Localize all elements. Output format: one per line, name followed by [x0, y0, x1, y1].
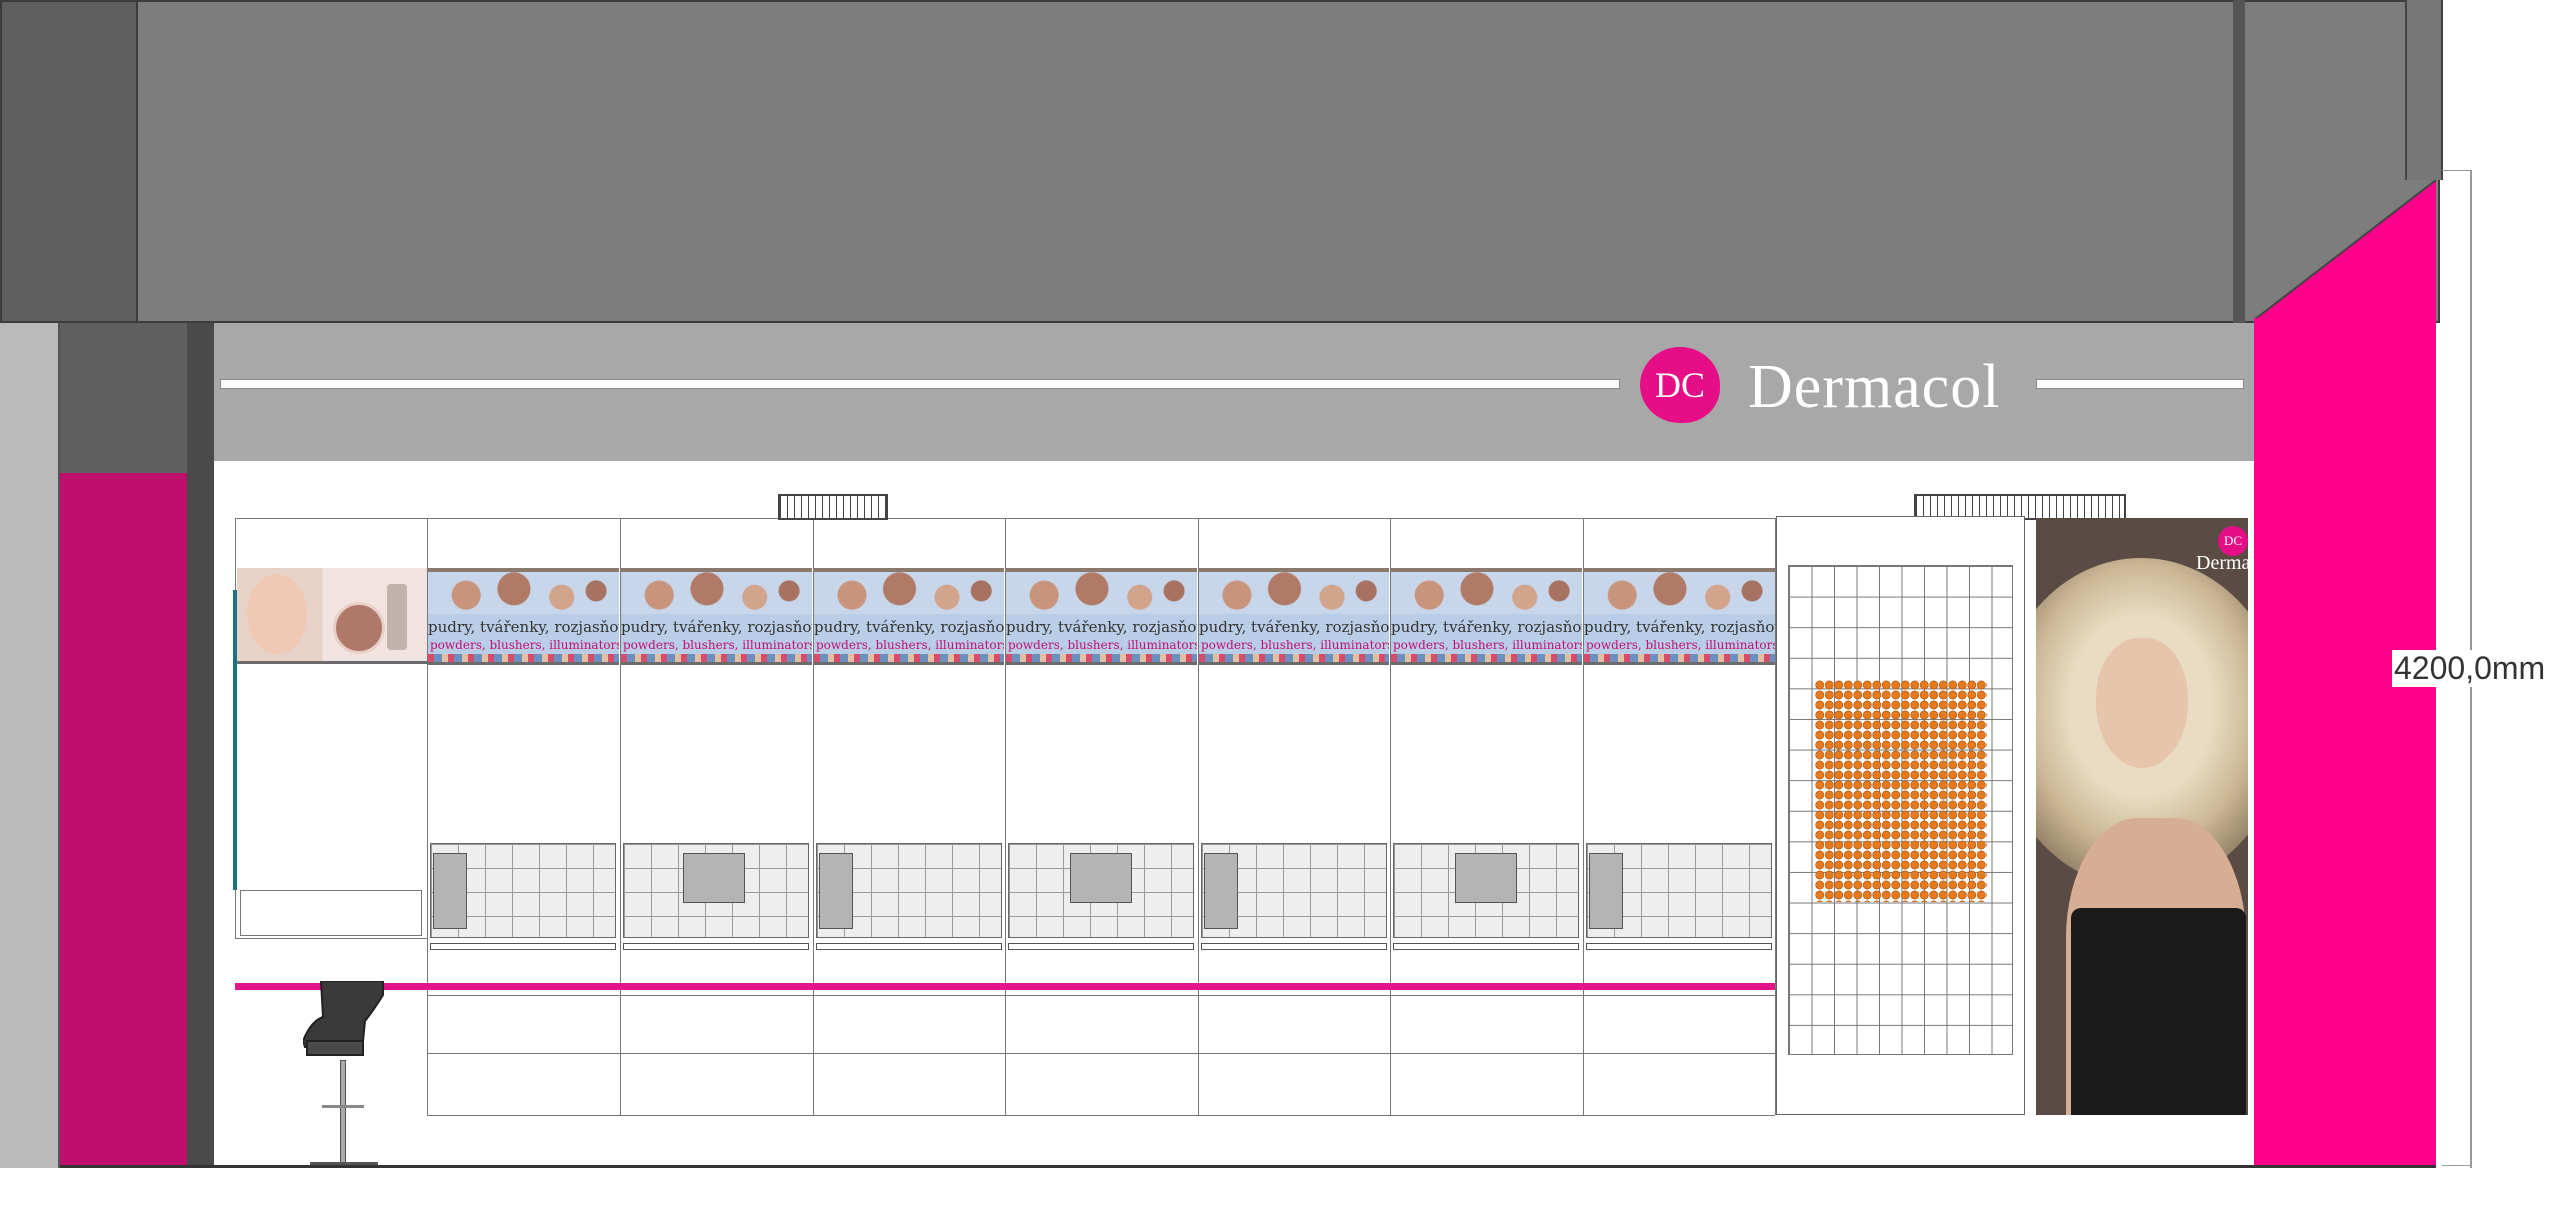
pink-counter-strip — [235, 983, 1775, 990]
banner-stripe — [428, 654, 619, 662]
tray-tester-block — [1204, 853, 1238, 929]
dimension-tick-top — [2442, 170, 2472, 171]
tray-rail — [1008, 943, 1194, 950]
stool-pole — [340, 1060, 346, 1165]
banner-title: pudry, tvářenky, rozjasňovače — [814, 618, 1004, 636]
banner-subtitle: powders, blushers, illuminators & bronze… — [1393, 638, 1582, 652]
ceiling-light-icon — [778, 494, 888, 520]
banner-title: pudry, tvářenky, rozjasňovače — [428, 618, 619, 636]
banner-stripe — [1584, 654, 1775, 662]
category-banner: pudry, tvářenky, rozjasňovače powders, b… — [428, 568, 619, 665]
tray-tester-block — [1070, 853, 1132, 903]
fixture-left-ledge — [235, 938, 427, 939]
banner-subtitle: powders, blushers, illuminators & bronze… — [1008, 638, 1197, 652]
banner-stripe — [621, 654, 812, 662]
category-banner: pudry, tvářenky, rozjasňovače powders, b… — [1584, 568, 1775, 665]
banner-flowers-image — [1199, 572, 1389, 614]
tray-tester-block — [819, 853, 853, 929]
category-banner: pudry, tvářenky, rozjasňovače powders, b… — [814, 568, 1004, 665]
category-banner: pudry, tvářenky, rozjasňovače powders, b… — [1006, 568, 1197, 665]
category-banner: pudry, tvářenky, rozjasňovače powders, b… — [1199, 568, 1389, 665]
tray-tester-block — [683, 853, 745, 903]
tray-rail — [1201, 943, 1387, 950]
tray-rail — [623, 943, 809, 950]
banner-stripe — [1391, 654, 1582, 662]
sign-stripe-left — [220, 379, 1620, 389]
fixture-drawer-line-1 — [427, 995, 1775, 996]
banner-flowers-image — [1391, 572, 1582, 614]
bulkhead-edge — [2233, 0, 2245, 323]
banner-subtitle: powders, blushers, illuminators & bronze… — [623, 638, 812, 652]
right-pink-wall — [2254, 318, 2436, 1168]
tester-photo — [237, 568, 427, 664]
poster-brand-text: Derma — [2196, 552, 2248, 574]
banner-title: pudry, tvářenky, rozjasňovače — [621, 618, 812, 636]
left-pink-wall — [60, 473, 187, 1168]
fixture-bottom-line — [427, 1115, 1775, 1116]
banner-flowers-image — [621, 572, 812, 614]
left-side-wall — [0, 323, 60, 1168]
banner-subtitle: powders, blushers, illuminators & bronze… — [816, 638, 1004, 652]
tray-tester-block — [433, 853, 467, 929]
left-wall-top-panel — [60, 323, 187, 473]
ceiling-bulkhead-left — [0, 0, 138, 323]
stool-footrest — [322, 1105, 364, 1108]
logo-icon: DC — [1640, 347, 1720, 423]
banner-subtitle: powders, blushers, illuminators & bronze… — [1201, 638, 1389, 652]
category-banner: pudry, tvářenky, rozjasňovače powders, b… — [621, 568, 812, 665]
banner-title: pudry, tvářenky, rozjasňovače — [1391, 618, 1582, 636]
brand-name: Dermacol — [1748, 353, 2001, 421]
banner-stripe — [1199, 654, 1389, 662]
banner-flowers-image — [1584, 572, 1775, 614]
banner-subtitle: powders, blushers, illuminators & bronze… — [1586, 638, 1775, 652]
stool-icon — [303, 981, 384, 1056]
ceiling-bulkhead — [0, 0, 2440, 323]
tester-nail-polish-array — [1815, 680, 1987, 902]
banner-title: pudry, tvářenky, rozjasňovače — [1584, 618, 1775, 636]
banner-flowers-image — [428, 572, 619, 614]
powder-compact-image — [333, 602, 385, 654]
poster-face-image — [2096, 638, 2188, 768]
banner-flowers-image — [1006, 572, 1197, 614]
fixture-drawer-line-2 — [427, 1053, 1775, 1054]
banner-stripe — [814, 654, 1004, 662]
banner-subtitle: powders, blushers, illuminators & bronze… — [430, 638, 619, 652]
right-wall-angle — [2254, 180, 2436, 320]
dimension-tick-bottom — [2442, 1165, 2472, 1166]
product-bottle-image — [387, 584, 407, 650]
banner-title: pudry, tvářenky, rozjasňovače — [1006, 618, 1197, 636]
tray-tester-block — [1455, 853, 1517, 903]
tray-rail — [1586, 943, 1772, 950]
tray-tester-block — [1589, 853, 1623, 929]
poster-dress-image — [2071, 908, 2246, 1115]
tray-rail — [430, 943, 616, 950]
floor-line — [60, 1165, 2436, 1168]
tray-rail — [1393, 943, 1579, 950]
banner-stripe — [1006, 654, 1197, 662]
tray-rail — [816, 943, 1002, 950]
corner-post — [2405, 0, 2443, 180]
category-banner: pudry, tvářenky, rozjasňovače powders, b… — [1391, 568, 1582, 665]
sign-stripe-right — [2036, 379, 2244, 389]
model-face-image — [247, 574, 307, 654]
banner-title: pudry, tvářenky, rozjasňovače — [1199, 618, 1389, 636]
height-dimension-label: 4200,0mm — [2392, 650, 2548, 687]
left-column — [187, 323, 214, 1168]
model-poster: DC Derma — [2036, 518, 2248, 1115]
fixture-left-shelf — [240, 890, 422, 936]
banner-flowers-image — [814, 572, 1004, 614]
